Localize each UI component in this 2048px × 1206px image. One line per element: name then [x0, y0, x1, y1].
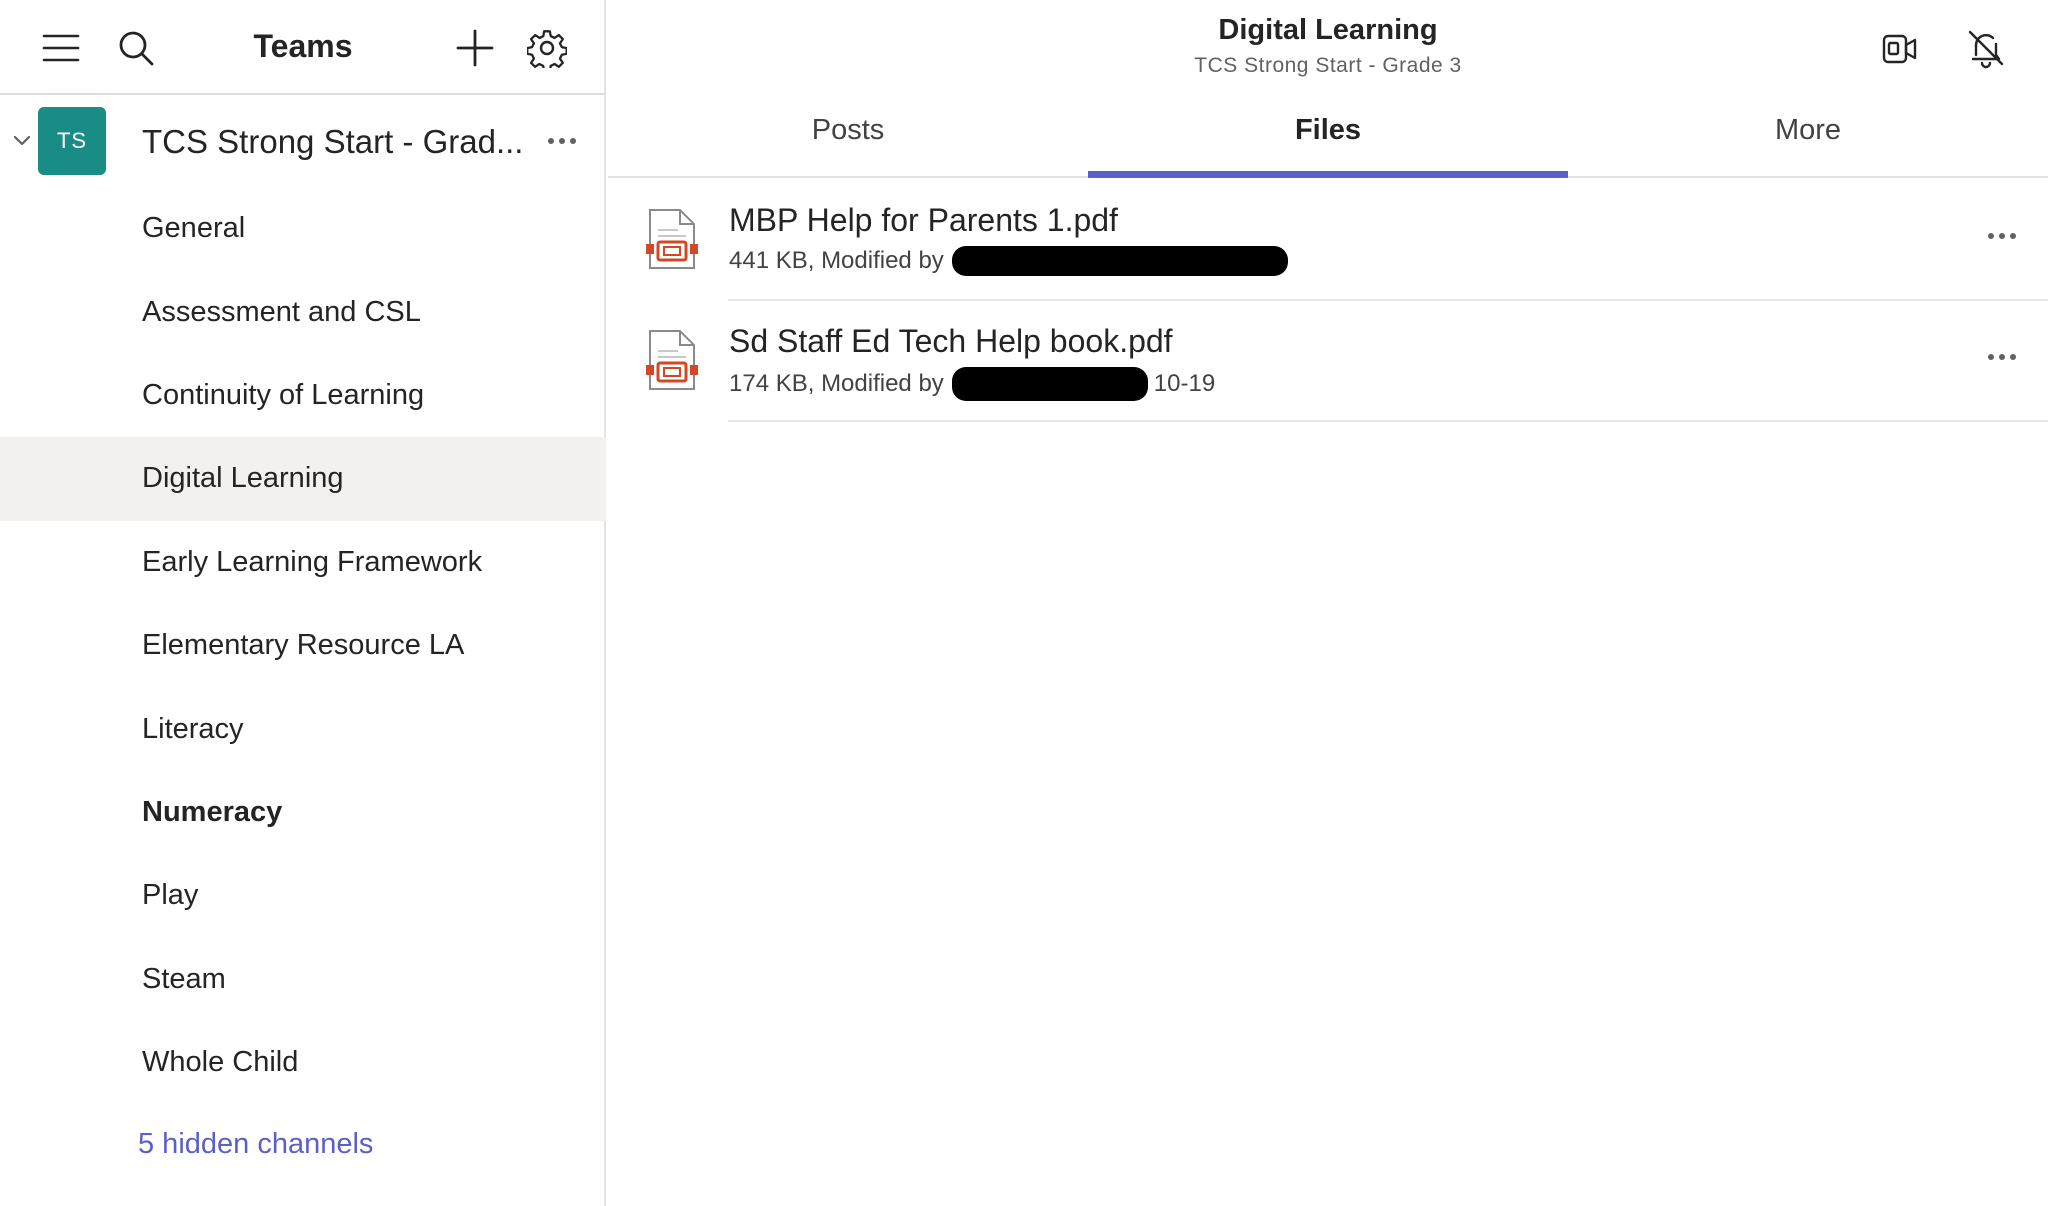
- video-call-icon[interactable]: [1874, 22, 1926, 74]
- channel-item-steam[interactable]: Steam: [0, 938, 606, 1021]
- team-row[interactable]: TS TCS Strong Start - Grad...: [0, 97, 606, 187]
- pdf-file-icon: [646, 330, 698, 390]
- redacted-author: [951, 367, 1148, 401]
- plus-icon[interactable]: [451, 24, 499, 72]
- file-more-options-icon[interactable]: [1980, 218, 2024, 254]
- channel-label: Literacy: [142, 712, 244, 745]
- channel-label: Play: [142, 879, 199, 912]
- file-more-options-icon[interactable]: [1980, 339, 2024, 375]
- channel-header: Digital Learning TCS Strong Start - Grad…: [608, 0, 2048, 90]
- channel-tabs: Posts Files More: [608, 100, 2048, 178]
- pdf-file-icon: [646, 209, 698, 269]
- channel-subtitle: TCS Strong Start - Grade 3: [1194, 54, 1462, 77]
- sidebar-title: Teams: [253, 28, 353, 64]
- file-meta: 441 KB, Modified by: [729, 246, 1288, 276]
- channel-label: Digital Learning: [142, 462, 344, 495]
- team-more-options-icon[interactable]: [540, 123, 584, 159]
- sidebar-title-wrap: Teams: [0, 28, 606, 65]
- file-row[interactable]: MBP Help for Parents 1.pdf 441 KB, Modif…: [608, 180, 2048, 301]
- channel-label: Assessment and CSL: [142, 295, 421, 328]
- file-size-modified: 441 KB, Modified by: [729, 247, 944, 274]
- tab-posts[interactable]: Posts: [608, 100, 1088, 176]
- channel-label: Continuity of Learning: [142, 378, 425, 411]
- channel-label: Early Learning Framework: [142, 545, 483, 578]
- channel-item-early-learning-framework[interactable]: Early Learning Framework: [0, 521, 606, 604]
- channel-item-general[interactable]: General: [0, 187, 606, 270]
- file-list: MBP Help for Parents 1.pdf 441 KB, Modif…: [608, 180, 2048, 422]
- redacted-author: [951, 246, 1288, 276]
- bell-off-icon[interactable]: [1960, 22, 2012, 74]
- sidebar-header: Teams: [0, 0, 606, 95]
- channel-list: General Assessment and CSL Continuity of…: [0, 187, 606, 1104]
- hidden-channels-link[interactable]: 5 hidden channels: [138, 1128, 373, 1161]
- file-modified-date: 10-19: [1153, 370, 1216, 397]
- file-row[interactable]: Sd Staff Ed Tech Help book.pdf 174 KB, M…: [608, 301, 2048, 422]
- channel-label: General: [142, 212, 246, 245]
- file-meta: 174 KB, Modified by 10-19: [729, 367, 1215, 401]
- file-size-modified: 174 KB, Modified by: [729, 370, 944, 397]
- team-avatar: TS: [38, 107, 106, 175]
- search-icon[interactable]: [112, 24, 160, 72]
- chevron-down-icon[interactable]: [8, 127, 36, 155]
- channel-main-pane: Digital Learning TCS Strong Start - Grad…: [608, 0, 2048, 1206]
- tab-more[interactable]: More: [1568, 100, 2048, 176]
- channel-item-elementary-resource-la[interactable]: Elementary Resource LA: [0, 604, 606, 687]
- channel-title: Digital Learning: [1218, 14, 1438, 46]
- hamburger-menu-icon[interactable]: [37, 24, 85, 72]
- channel-label: Whole Child: [142, 1046, 299, 1079]
- channel-item-numeracy[interactable]: Numeracy: [0, 771, 606, 854]
- channel-label: Numeracy: [142, 795, 283, 828]
- channel-label: Elementary Resource LA: [142, 629, 465, 662]
- channel-item-assessment-and-csl[interactable]: Assessment and CSL: [0, 270, 606, 353]
- channel-item-whole-child[interactable]: Whole Child: [0, 1021, 606, 1104]
- tab-files[interactable]: Files: [1088, 100, 1568, 178]
- channel-item-play[interactable]: Play: [0, 854, 606, 937]
- gear-icon[interactable]: [523, 24, 571, 72]
- channel-item-continuity-of-learning[interactable]: Continuity of Learning: [0, 354, 606, 437]
- row-divider: [728, 420, 2048, 422]
- file-name[interactable]: Sd Staff Ed Tech Help book.pdf: [729, 323, 1173, 360]
- team-name: TCS Strong Start - Grad...: [142, 123, 524, 160]
- file-name[interactable]: MBP Help for Parents 1.pdf: [729, 202, 1118, 239]
- channel-item-literacy[interactable]: Literacy: [0, 687, 606, 770]
- channel-item-digital-learning[interactable]: Digital Learning: [0, 437, 606, 521]
- channel-label: Steam: [142, 962, 226, 995]
- teams-sidebar: Teams TS TCS Strong Start - Grad... Gene…: [0, 0, 606, 1206]
